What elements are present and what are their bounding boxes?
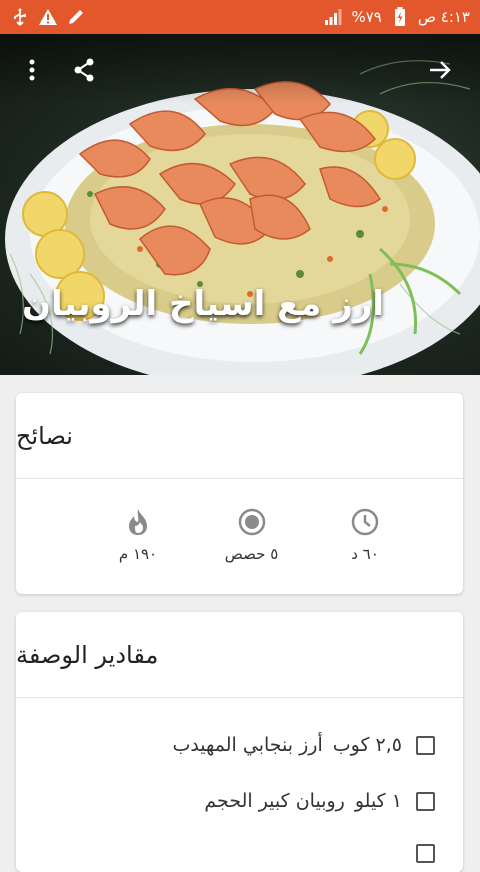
ingredient-quantity: ١ كيلو (354, 790, 402, 812)
tip-temperature-label: ١٩٠ م (118, 545, 158, 563)
battery-icon (390, 7, 410, 27)
ingredients-title: مقادير الوصفة (16, 612, 463, 698)
status-bar-left (10, 7, 86, 27)
ingredient-item[interactable]: ١ كيلو روبيان كبير الحجم (204, 790, 435, 812)
fire-icon (123, 507, 153, 537)
servings-icon (237, 507, 267, 537)
tips-row: ١٩٠ م ٥ حصص ٦٠ د (16, 479, 463, 563)
ingredients-card: مقادير الوصفة ٢,٥ كوب أرز بنجابي المهيدب… (16, 612, 463, 872)
ingredient-quantity: ٢,٥ كوب (332, 734, 402, 756)
status-time: ٤:١٣ ص (417, 8, 470, 26)
battery-percent: %٧٩ (351, 8, 382, 26)
ingredient-checkbox[interactable] (416, 791, 435, 811)
signal-icon (323, 7, 343, 27)
tips-card: نصائح ١٩٠ م ٥ حصص ٦٠ د (16, 393, 463, 594)
more-vert-icon[interactable] (12, 50, 52, 90)
tip-servings: ٥ حصص (202, 507, 302, 563)
ingredient-item[interactable]: ٢,٥ كوب أرز بنجابي المهيدب (172, 734, 435, 756)
usb-icon (10, 7, 30, 27)
warning-icon (38, 7, 58, 27)
ingredient-name: روبيان كبير الحجم (204, 790, 345, 812)
recipe-hero-image: ارز مع اسياخ الروبيان (0, 34, 480, 375)
ingredient-name: أرز بنجابي المهيدب (172, 734, 323, 756)
tip-temperature: ١٩٠ م (88, 507, 188, 563)
status-bar: %٧٩ ٤:١٣ ص (0, 0, 480, 34)
clock-icon (350, 507, 380, 537)
edit-icon (66, 7, 86, 27)
tip-servings-label: ٥ حصص (224, 545, 279, 563)
recipe-title: ارز مع اسياخ الروبيان (22, 284, 384, 324)
status-bar-right: %٧٩ ٤:١٣ ص (323, 7, 470, 27)
arrow-forward-icon[interactable] (420, 50, 460, 90)
tip-time-label: ٦٠ د (351, 545, 379, 563)
tips-title: نصائح (16, 393, 463, 479)
ingredient-checkbox[interactable] (416, 735, 435, 755)
tip-time: ٦٠ د (315, 507, 415, 563)
share-icon[interactable] (64, 50, 104, 90)
